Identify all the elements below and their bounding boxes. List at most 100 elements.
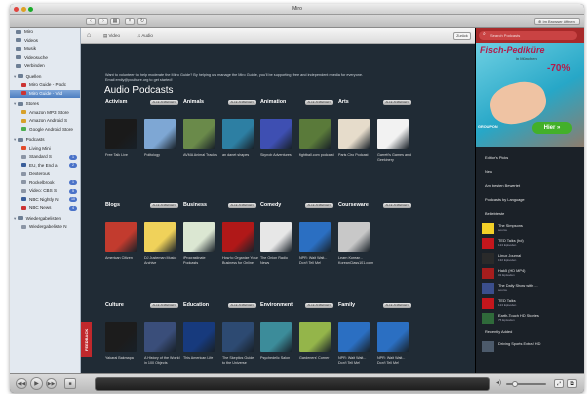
reload-button[interactable]: ↻ — [137, 18, 147, 25]
podcast-title[interactable]: fightball.com podcast — [299, 153, 335, 177]
podcast-title[interactable]: How to Organize Your Business for Online — [222, 256, 258, 280]
podcast-title[interactable]: NPR: Wait Wait... Don't Tell Me! — [299, 256, 335, 280]
podcast-artwork[interactable] — [105, 322, 137, 352]
category-title[interactable]: Environment — [260, 302, 293, 308]
minimize-window-icon[interactable] — [21, 7, 26, 12]
podcast-artwork[interactable] — [183, 222, 215, 252]
podcast-thumbnail[interactable] — [482, 283, 494, 294]
category-title[interactable]: Business — [183, 202, 207, 208]
sidebar-item[interactable]: Amazon MP3 Store — [10, 109, 80, 118]
recently-added-heading[interactable]: Recently Added — [485, 329, 512, 334]
category-title[interactable]: Comedy — [260, 202, 281, 208]
previous-button[interactable]: ◀◀ — [16, 378, 27, 389]
zoom-window-icon[interactable] — [28, 7, 33, 12]
stop-playback-button[interactable]: ■ — [64, 378, 76, 389]
sidebar-item[interactable]: Wiedergabeliste N — [10, 223, 80, 232]
see-all-button[interactable]: ALLE ANZEIGEN — [150, 100, 178, 105]
sidebar-item[interactable]: Videosuche — [10, 54, 80, 63]
tab-video[interactable]: ▤ Video — [103, 33, 120, 39]
podcast-title[interactable]: DJ Justeman Music Archive — [144, 256, 180, 280]
category-title[interactable]: Activism — [105, 99, 127, 105]
podcast-artwork[interactable] — [105, 119, 137, 149]
volume-slider[interactable] — [506, 381, 546, 387]
podcast-thumbnail[interactable] — [482, 341, 494, 352]
podcast-title[interactable]: Garrett's Games and Geekinery — [377, 153, 413, 177]
tab-audio[interactable]: ♫ Audio — [137, 33, 153, 38]
fullscreen-button[interactable]: ⤢ — [554, 379, 564, 388]
see-all-button[interactable]: ALLE ANZEIGEN — [383, 303, 411, 308]
advertisement-banner[interactable]: Fisch-Pediküre in München -70% GROUPON H… — [476, 43, 584, 147]
sidebar-item[interactable]: ▾ Quellen — [10, 73, 80, 82]
category-title[interactable]: Animals — [183, 99, 204, 105]
home-icon[interactable]: ⌂ — [87, 32, 91, 39]
podcast-artwork[interactable] — [299, 119, 331, 149]
podcast-title[interactable]: The Skeptics Guide to the Universe — [222, 356, 258, 373]
sidebar-item[interactable]: Musik — [10, 45, 80, 54]
podcast-artwork[interactable] — [260, 119, 292, 149]
see-all-button[interactable]: ALLE ANZEIGEN — [305, 100, 333, 105]
progress-display[interactable] — [95, 377, 490, 391]
recent-item-title[interactable]: Driving Sports Extra! HD — [498, 341, 540, 346]
sidebar-item[interactable]: ▾ Podcasts — [10, 136, 80, 145]
feedback-tab[interactable]: FEEDBACK — [81, 322, 92, 357]
sidebar-item[interactable]: ▾ Wiedergabelisten — [10, 215, 80, 224]
podcast-title[interactable]: iProcrastinate Podcasts — [183, 256, 219, 280]
sidebar-item[interactable]: Amazon Android S — [10, 117, 80, 126]
podcast-title[interactable]: Free Talk Live — [105, 153, 141, 177]
sidebar-item[interactable]: Rockelbrook 1 — [10, 179, 80, 188]
category-title[interactable]: Culture — [105, 302, 124, 308]
sidebar-item[interactable]: Miro Guide - Vid — [10, 89, 80, 98]
category-menu-item[interactable]: Podcasts by Language — [485, 197, 525, 202]
podcast-title[interactable]: A History of the World in 100 Objects — [144, 356, 180, 373]
see-all-button[interactable]: ALLE ANZEIGEN — [150, 303, 178, 308]
podcast-artwork[interactable] — [222, 322, 254, 352]
podcast-title[interactable]: Paris Ciro Podcast — [338, 153, 374, 177]
see-all-button[interactable]: ALLE ANZEIGEN — [305, 303, 333, 308]
category-menu-item[interactable]: Beliebteste — [485, 211, 504, 216]
sidebar-item[interactable]: Google Android Store — [10, 126, 80, 135]
podcast-artwork[interactable] — [260, 322, 292, 352]
podcast-title[interactable]: American Citizen — [105, 256, 141, 280]
podcast-artwork[interactable] — [144, 322, 176, 352]
see-all-button[interactable]: ALLE ANZEIGEN — [228, 203, 256, 208]
podcast-title[interactable]: Politology — [144, 153, 180, 177]
sidebar-item[interactable]: ▾ Stores — [10, 100, 80, 109]
podcast-artwork[interactable] — [183, 322, 215, 352]
see-all-button[interactable]: ALLE ANZEIGEN — [383, 203, 411, 208]
podcast-artwork[interactable] — [183, 119, 215, 149]
podcast-artwork[interactable] — [144, 119, 176, 149]
play-button[interactable]: ▶ — [30, 377, 43, 390]
sidebar-item[interactable]: Verbinden — [10, 62, 80, 71]
sidebar-item[interactable]: Miro Guide - Podc — [10, 81, 80, 90]
open-in-browser-button[interactable]: ⊕ Im Browser öffnen — [534, 18, 580, 25]
podcast-title[interactable]: Skynob Adventures — [260, 153, 296, 177]
see-all-button[interactable]: ALLE ANZEIGEN — [150, 203, 178, 208]
podcast-artwork[interactable] — [338, 119, 370, 149]
podcast-artwork[interactable] — [144, 222, 176, 252]
podcast-title[interactable]: This American Life — [183, 356, 219, 373]
category-title[interactable]: Arts — [338, 99, 349, 105]
podcast-title[interactable]: NPR: Wait Wait... Don't Tell Me! — [338, 356, 374, 373]
podcast-thumbnail[interactable] — [482, 298, 494, 309]
podcast-artwork[interactable] — [222, 222, 254, 252]
podcast-title[interactable]: NPR: Wait Wait... Don't Tell Me! — [377, 356, 413, 373]
podcast-thumbnail[interactable] — [482, 268, 494, 279]
category-title[interactable]: Education — [183, 302, 209, 308]
podcast-thumbnail[interactable] — [482, 253, 494, 264]
forward-button[interactable]: › — [98, 18, 108, 25]
podcast-artwork[interactable] — [377, 119, 409, 149]
podcast-artwork[interactable] — [299, 222, 331, 252]
sidebar-item[interactable]: NBC News 4 — [10, 204, 80, 213]
see-all-button[interactable]: ALLE ANZEIGEN — [228, 100, 256, 105]
see-all-button[interactable]: ALLE ANZEIGEN — [305, 203, 333, 208]
podcast-title[interactable]: AVMA Animal Tracks — [183, 153, 219, 177]
category-title[interactable]: Animation — [260, 99, 286, 105]
category-title[interactable]: Family — [338, 302, 355, 308]
category-menu-item[interactable]: Neu — [485, 169, 492, 174]
podcast-thumbnail[interactable] — [482, 313, 494, 324]
category-menu-item[interactable]: Editor's Picks — [485, 155, 508, 160]
category-title[interactable]: Blogs — [105, 202, 120, 208]
sidebar-item[interactable]: EU, the End a 2 — [10, 162, 80, 171]
sidebar-item[interactable]: Standard S 1 — [10, 153, 80, 162]
podcast-title[interactable]: Gardeners' Corner — [299, 356, 335, 373]
